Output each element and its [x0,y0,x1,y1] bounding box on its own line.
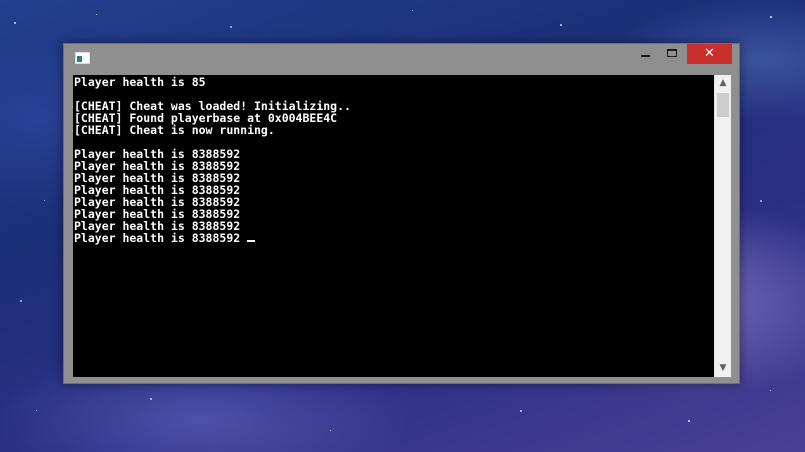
minimize-icon [641,55,650,57]
console-window[interactable]: ✕ Player health is 85 [CHEAT] Cheat was l… [63,43,740,384]
background-star [760,200,762,202]
background-star [770,390,771,391]
background-star [770,16,772,18]
background-star [412,10,413,11]
minimize-button[interactable] [632,44,659,64]
background-star [330,430,331,431]
background-star [230,26,232,28]
maximize-button[interactable] [659,44,686,64]
background-star [44,200,45,201]
window-titlebar[interactable]: ✕ [64,44,739,74]
close-icon: ✕ [704,46,715,61]
background-star [150,398,152,400]
close-button[interactable]: ✕ [687,44,732,64]
console-app-icon-pane [77,56,82,62]
background-star [688,420,690,422]
console-output-area[interactable]: Player health is 85 [CHEAT] Cheat was loa… [73,75,714,377]
text-cursor [247,240,256,242]
background-star [36,410,37,411]
scroll-down-arrow-icon[interactable]: ▼ [715,360,731,377]
console-last-line: Player health is 8388592 [74,232,351,244]
maximize-icon [667,49,677,57]
console-line: [CHEAT] Cheat is now running. [74,123,275,137]
console-app-icon[interactable] [75,52,90,64]
background-star [96,14,97,15]
console-line: Player health is 85 [74,75,206,89]
console-output: Player health is 85 [CHEAT] Cheat was loa… [74,76,351,244]
console-line: Player health is 8388592 [74,231,248,245]
background-star [520,410,522,412]
background-star [20,300,22,302]
background-star [14,22,16,24]
scroll-up-arrow-icon[interactable]: ▲ [715,75,731,92]
vertical-scrollbar[interactable]: ▲ ▼ [714,75,731,377]
scrollbar-thumb[interactable] [717,93,729,117]
background-star [560,24,562,26]
